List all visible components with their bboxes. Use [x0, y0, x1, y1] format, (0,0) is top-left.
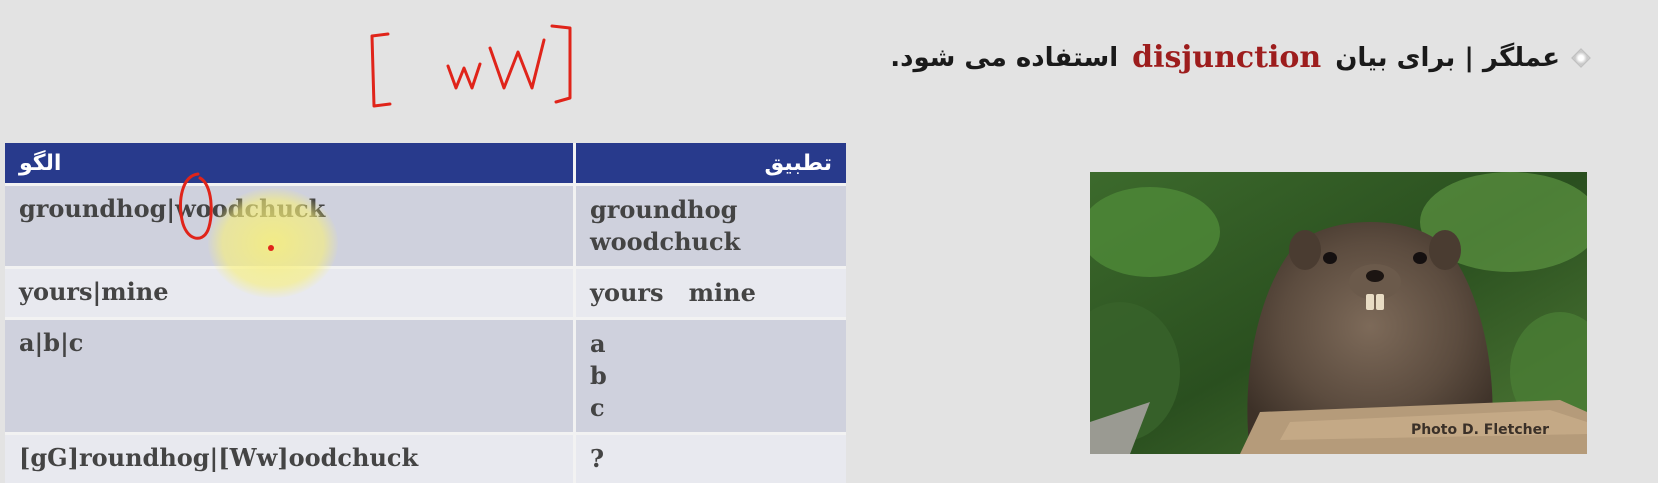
pattern-cell: [gG]roundhog|[Ww]oodchuck	[5, 434, 575, 483]
match-value: b	[590, 360, 832, 392]
header-pattern: الگو	[5, 143, 575, 185]
keyword-disjunction: disjunction	[1132, 40, 1321, 75]
bullet-icon	[1571, 48, 1591, 68]
photo-credit: Photo D. Fletcher	[1411, 422, 1549, 438]
groundhog-photo: Photo D. Fletcher	[1090, 172, 1587, 454]
header-match: تطبیق	[575, 143, 847, 185]
bullet-line: عملگر | برای بیان disjunction استفاده می…	[890, 40, 1588, 75]
groundhog-image	[1090, 172, 1587, 454]
pattern-cell: a|b|c	[5, 319, 575, 434]
table-row: yours|mine yours mine	[5, 268, 846, 319]
table-header-row: الگو تطبیق	[5, 143, 846, 185]
bullet-text-after: استفاده می شود.	[890, 43, 1118, 73]
handwritten-annotation	[360, 18, 590, 118]
match-value: a	[590, 328, 832, 360]
cursor-pointer	[268, 245, 274, 251]
table-row: a|b|c a b c	[5, 319, 846, 434]
match-cell: ?	[575, 434, 847, 483]
match-value: ?	[590, 443, 832, 475]
table-row: [gG]roundhog|[Ww]oodchuck ?	[5, 434, 846, 483]
pattern-table: الگو تطبیق groundhog|woodchuck groundhog…	[5, 143, 846, 483]
pattern-cell: yours|mine	[5, 268, 575, 319]
match-cell: a b c	[575, 319, 847, 434]
match-value: groundhog	[590, 194, 832, 226]
match-value: c	[590, 392, 832, 424]
bullet-text-before: عملگر | برای بیان	[1335, 43, 1560, 73]
table-row: groundhog|woodchuck groundhog woodchuck	[5, 185, 846, 268]
match-cell: yours mine	[575, 268, 847, 319]
match-cell: groundhog woodchuck	[575, 185, 847, 268]
pattern-cell: groundhog|woodchuck	[5, 185, 575, 268]
match-value: woodchuck	[590, 226, 832, 258]
match-value: yours mine	[590, 277, 832, 309]
